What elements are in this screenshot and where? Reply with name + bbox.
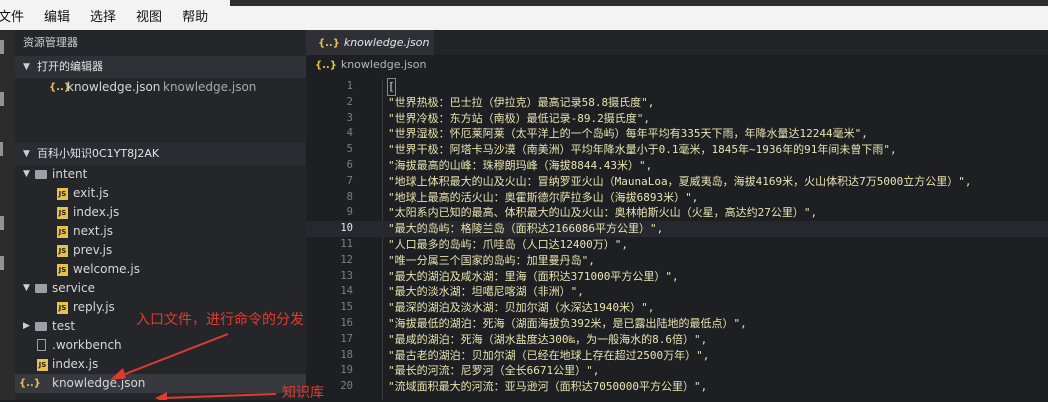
annotation-arrows: [110, 333, 277, 400]
arrow-line: [119, 333, 229, 377]
arrowhead: [155, 392, 167, 400]
arrowhead: [110, 368, 126, 380]
arrow-to-index-js: [110, 333, 229, 380]
arrow-to-knowledge-json: [155, 392, 277, 400]
arrow-line: [164, 393, 277, 399]
